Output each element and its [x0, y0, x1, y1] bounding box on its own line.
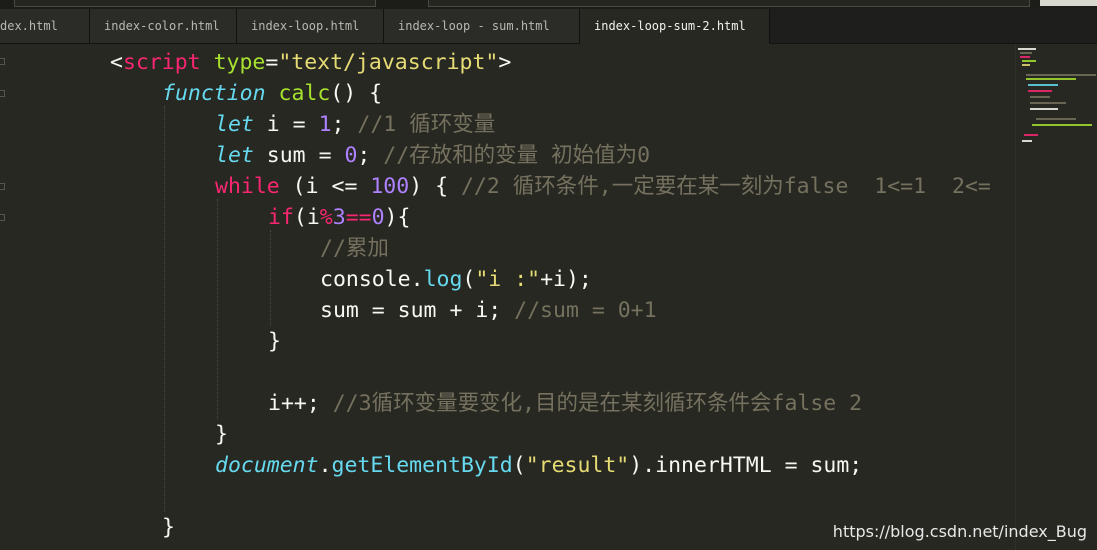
code-line-12: }: [215, 419, 228, 450]
token: 1: [318, 112, 332, 137]
token: //3循环变量要变化,目的是在某刻循环条件会false 2: [332, 391, 863, 416]
token: sum = sum + i;: [320, 298, 515, 323]
token: //1 循环变量: [357, 112, 496, 137]
code-line-4: let sum = 0; //存放和的变量 初始值为0: [215, 140, 650, 171]
token: ;: [357, 143, 384, 168]
indent-guide: [164, 106, 165, 512]
minimap-line: [1026, 74, 1096, 76]
token: console.: [320, 267, 424, 292]
token: (: [462, 267, 476, 292]
token: "text/javascript": [278, 50, 499, 75]
token: function: [162, 81, 266, 106]
token: ;: [331, 112, 358, 137]
token: getElementById: [331, 453, 513, 478]
minimap-line: [1020, 52, 1032, 54]
token: type: [200, 50, 266, 75]
token: let: [215, 112, 254, 137]
code-line-5: while (i <= 100) { //2 循环条件,一定要在某一刻为fals…: [215, 171, 991, 202]
minimap-line: [1020, 56, 1030, 58]
token: (i <=: [279, 174, 371, 199]
tab-index-loop[interactable]: index-loop.html: [237, 9, 384, 43]
code-line-14: }: [162, 512, 175, 543]
token: 100: [370, 174, 410, 199]
token: document: [215, 453, 319, 478]
code-line-10: }: [268, 326, 281, 357]
token: sum =: [253, 143, 345, 168]
token: let: [215, 143, 254, 168]
code-line-8: console.log("i :"+i);: [320, 264, 592, 295]
token: //累加: [320, 236, 389, 261]
code-line-2: function calc() {: [162, 78, 382, 109]
token: //sum = 0+1: [514, 298, 657, 323]
token: +i);: [540, 267, 592, 292]
tab-index-loop-sum-2[interactable]: index-loop-sum-2.html: [580, 9, 770, 44]
code-line-11: i++; //3循环变量要变化,目的是在某刻循环条件会false 2: [268, 388, 862, 419]
indent-guide: [270, 230, 271, 326]
minimap-line: [1032, 124, 1092, 126]
token: calc: [265, 81, 331, 106]
token: //存放和的变量 初始值为0: [383, 143, 651, 168]
code-line-1: <script type="text/javascript">: [110, 47, 511, 78]
token: =: [265, 50, 279, 75]
code-line-9: sum = sum + i; //sum = 0+1: [320, 295, 657, 326]
token: 3: [332, 205, 346, 230]
token: while: [215, 174, 280, 199]
token: log: [423, 267, 463, 292]
find-button[interactable]: [1040, 0, 1097, 6]
token: .: [318, 453, 332, 478]
token: () {: [330, 81, 383, 106]
minimap-line: [1030, 96, 1050, 98]
minimap-line: [1028, 90, 1052, 92]
token: "i :": [475, 267, 541, 292]
token: }: [215, 422, 228, 447]
find-field-left[interactable]: [14, 0, 376, 7]
token: <: [110, 50, 123, 75]
code-line-3: let i = 1; //1 循环变量: [215, 109, 495, 140]
minimap[interactable]: [1015, 44, 1097, 550]
code-editor[interactable]: <script type="text/javascript"> function…: [0, 44, 1015, 550]
token: //2 循环条件,一定要在某一刻为false 1<=1 2<=: [460, 174, 991, 199]
token: }: [162, 515, 175, 540]
tab-index-loop-sum[interactable]: index-loop - sum.html: [384, 9, 580, 43]
minimap-line: [1030, 102, 1066, 104]
minimap-line: [1030, 108, 1058, 110]
token: (: [512, 453, 526, 478]
code-line-6: if(i%3==0){: [268, 202, 410, 233]
title-bar: [0, 0, 1097, 9]
tab-index[interactable]: dex.html: [0, 9, 90, 43]
code-line-13: document.getElementById("result").innerH…: [215, 450, 862, 481]
token: ==: [345, 205, 372, 230]
token: i++;: [268, 391, 333, 416]
minimap-line: [1028, 84, 1058, 86]
minimap-line: [1018, 48, 1036, 50]
token: 0: [344, 143, 358, 168]
minimap-line: [1022, 140, 1032, 142]
token: 0: [371, 205, 385, 230]
find-field-right[interactable]: [428, 0, 1030, 7]
tab-bar: dex.html index-color.html index-loop.htm…: [0, 9, 1097, 44]
minimap-line: [1024, 134, 1038, 136]
token: ) {: [409, 174, 461, 199]
token: script: [122, 50, 201, 75]
token: >: [498, 50, 512, 75]
token: i =: [253, 112, 319, 137]
indent-guide: [217, 199, 218, 419]
token: }: [268, 329, 281, 354]
minimap-line: [1022, 60, 1036, 62]
watermark: https://blog.csdn.net/index_Bug: [832, 522, 1087, 541]
token: "result": [525, 453, 630, 478]
code-line-7: //累加: [320, 233, 389, 264]
token: ).innerHTML = sum;: [629, 453, 863, 478]
token: ){: [384, 205, 411, 230]
token: %: [319, 205, 333, 230]
token: if: [268, 205, 294, 230]
minimap-line: [1036, 118, 1076, 120]
token: (i: [293, 205, 320, 230]
tab-index-color[interactable]: index-color.html: [90, 9, 237, 43]
minimap-line: [1022, 64, 1030, 66]
minimap-line: [1026, 78, 1076, 80]
